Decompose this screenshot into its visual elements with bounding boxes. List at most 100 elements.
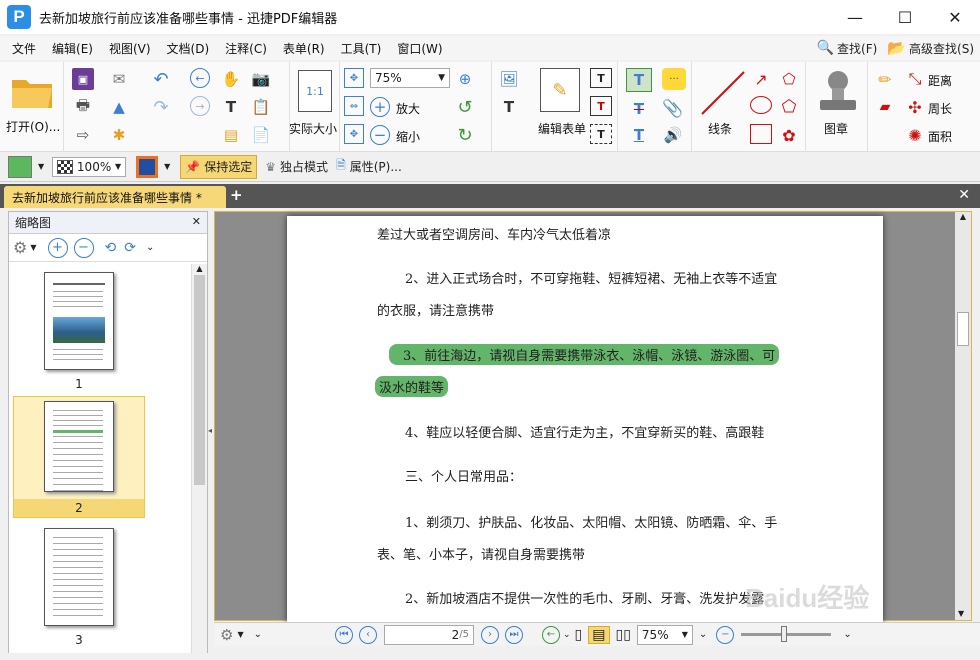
rotate-right-icon[interactable]: ↻ [454,124,476,146]
new-tab-icon[interactable]: + [230,186,243,204]
panel-splitter[interactable]: ◂ [208,400,213,460]
find-button[interactable]: 🔍 查找(F) [817,40,878,57]
actual-size-label[interactable]: 实际大小 [289,120,337,137]
menu-tools[interactable]: 工具(T) [333,40,390,57]
perimeter-icon[interactable]: ✣ [904,96,926,118]
print-icon[interactable]: 🖶 [72,96,94,118]
highlighted-text-line[interactable]: 3、前往海边，请视自身需要携带泳衣、泳帽、泳镜、游泳圈、可 [389,344,780,365]
close-panel-icon[interactable]: ✕ [192,215,201,228]
zoom-select[interactable]: 75% ▼ [370,68,450,88]
area-icon[interactable]: ✺ [904,124,926,146]
perimeter-label[interactable]: 周长 [928,100,952,117]
color-picker-button[interactable] [8,155,32,178]
chevron-down-icon[interactable]: ▼ [30,243,36,252]
note-icon[interactable]: ··· [662,68,686,90]
polyline-icon[interactable]: ⬠ [778,68,800,90]
line-color-button[interactable] [136,155,159,178]
double-chevron-down-icon[interactable]: ⌄ [843,629,851,640]
edit-form-label[interactable]: 编辑表单 [538,120,586,137]
document-icon[interactable]: 📄 [250,124,272,146]
scroll-thumb[interactable] [194,275,205,485]
zoom-slider[interactable] [741,626,832,642]
magnifier-icon[interactable]: ⊕ [454,68,476,90]
chevron-down-icon[interactable]: ▼ [164,162,170,171]
redo-icon[interactable]: ↷ [150,96,172,118]
shrink-thumbnail-icon[interactable]: − [73,237,94,258]
clipboard-icon[interactable]: 📋 [250,96,272,118]
chevron-down-icon[interactable]: ⌄ [563,630,571,640]
thumbnail-scrollbar[interactable]: ▲ [191,264,207,653]
exclusive-mode-button[interactable]: ♛ 独占模式 [265,158,328,175]
last-page-button[interactable]: ⏭ [505,625,523,644]
add-text-icon[interactable]: T [498,96,520,118]
sound-icon[interactable]: 🔊 [662,124,684,146]
double-chevron-down-icon[interactable]: ⌄ [146,242,154,253]
snapshot-icon[interactable]: ▤ [220,124,242,146]
cloud-icon[interactable]: ✿ [778,124,800,146]
image-icon[interactable]: 🖼 [498,68,520,90]
edit-form-icon[interactable]: ✎ [540,68,580,112]
line-label[interactable]: 线条 [708,120,732,137]
fit-page-icon[interactable]: ⇔ [344,96,364,116]
area-label[interactable]: 面积 [928,128,952,145]
history-back-button[interactable]: ← [542,625,560,644]
menu-document[interactable]: 文档(D) [159,40,218,57]
double-chevron-down-icon[interactable]: ⌄ [254,629,262,640]
status-zoom-select[interactable]: 75% ▼ [636,624,693,645]
polygon-icon[interactable]: ⬠ [778,96,800,118]
zoom-in-label[interactable]: 放大 [396,100,420,117]
hand-tool-icon[interactable]: ✋ [220,68,242,90]
new-doc-icon[interactable]: ✱ [108,124,130,146]
menu-edit[interactable]: 编辑(E) [44,40,101,57]
chevron-down-icon[interactable]: ▼ [237,630,243,639]
menu-window[interactable]: 窗口(W) [389,40,450,57]
thumbnail-page-3[interactable]: 3 [13,528,145,647]
stamp-icon[interactable] [816,68,860,114]
keep-selected-button[interactable]: 📌 保持选定 [180,154,258,179]
zoom-out-icon[interactable]: − [370,125,390,145]
rotate-right-90-icon[interactable]: ⟳ [124,240,136,256]
select-text-icon[interactable]: T [220,96,242,118]
chevron-down-icon[interactable]: ▼ [38,162,44,171]
settings-gear-icon[interactable]: ⚙ [13,238,27,257]
attach-icon[interactable]: 📎 [662,98,684,120]
arrow-icon[interactable]: ↗ [750,68,772,90]
line-icon[interactable] [698,68,748,118]
double-chevron-down-icon[interactable]: ⌄ [699,629,707,640]
distance-label[interactable]: 距离 [928,72,952,89]
fit-visible-icon[interactable]: ✥ [344,124,364,144]
underline-icon[interactable]: T [628,124,650,146]
document-scrollbar[interactable]: ▲ ▼ [955,212,971,620]
opacity-select[interactable]: 100% ▼ [52,156,127,177]
export-icon[interactable]: ⇨ [72,124,94,146]
menu-file[interactable]: 文件 [0,40,44,57]
continuous-page-icon[interactable]: ▤ [588,625,610,644]
highlighted-text-line[interactable]: 汲水的鞋等 [375,376,449,397]
thumbnail-page-2[interactable]: 2 [13,396,145,518]
text-field-icon[interactable]: T [590,68,612,88]
rectangle-icon[interactable] [750,124,772,144]
rotate-left-90-icon[interactable]: ⟲ [105,240,117,256]
menu-comment[interactable]: 注释(C) [217,40,275,57]
scroll-thumb[interactable] [957,312,969,346]
zoom-in-icon[interactable]: + [370,97,390,117]
close-button[interactable]: ✕ [930,0,980,34]
save-icon[interactable]: ▣ [72,68,94,90]
forward-icon[interactable]: → [190,96,210,116]
typewriter-icon[interactable]: T [626,68,652,92]
back-icon[interactable]: ← [190,68,210,88]
tab-document[interactable]: 去新加坡旅行前应该准备哪些事情 * [4,186,226,208]
minimize-button[interactable]: — [830,0,880,34]
strikeout-icon[interactable]: T [628,98,650,120]
settings-gear-icon[interactable]: ⚙ [220,626,233,644]
scroll-down-arrow-icon[interactable]: ▼ [958,609,964,618]
close-tab-icon[interactable]: ✕ [958,187,970,203]
undo-icon[interactable]: ↶ [150,68,172,90]
rotate-left-icon[interactable]: ↺ [454,96,476,118]
distance-icon[interactable]: ⤡ [904,68,926,90]
pencil-icon[interactable]: ✏ [874,68,896,90]
actual-size-icon[interactable]: 1:1 [298,70,332,112]
zoom-out-slider-button[interactable]: − [716,625,735,644]
open-button-label[interactable]: 打开(O)... [6,118,60,135]
advanced-find-button[interactable]: 📂 高级查找(S) [887,39,974,57]
